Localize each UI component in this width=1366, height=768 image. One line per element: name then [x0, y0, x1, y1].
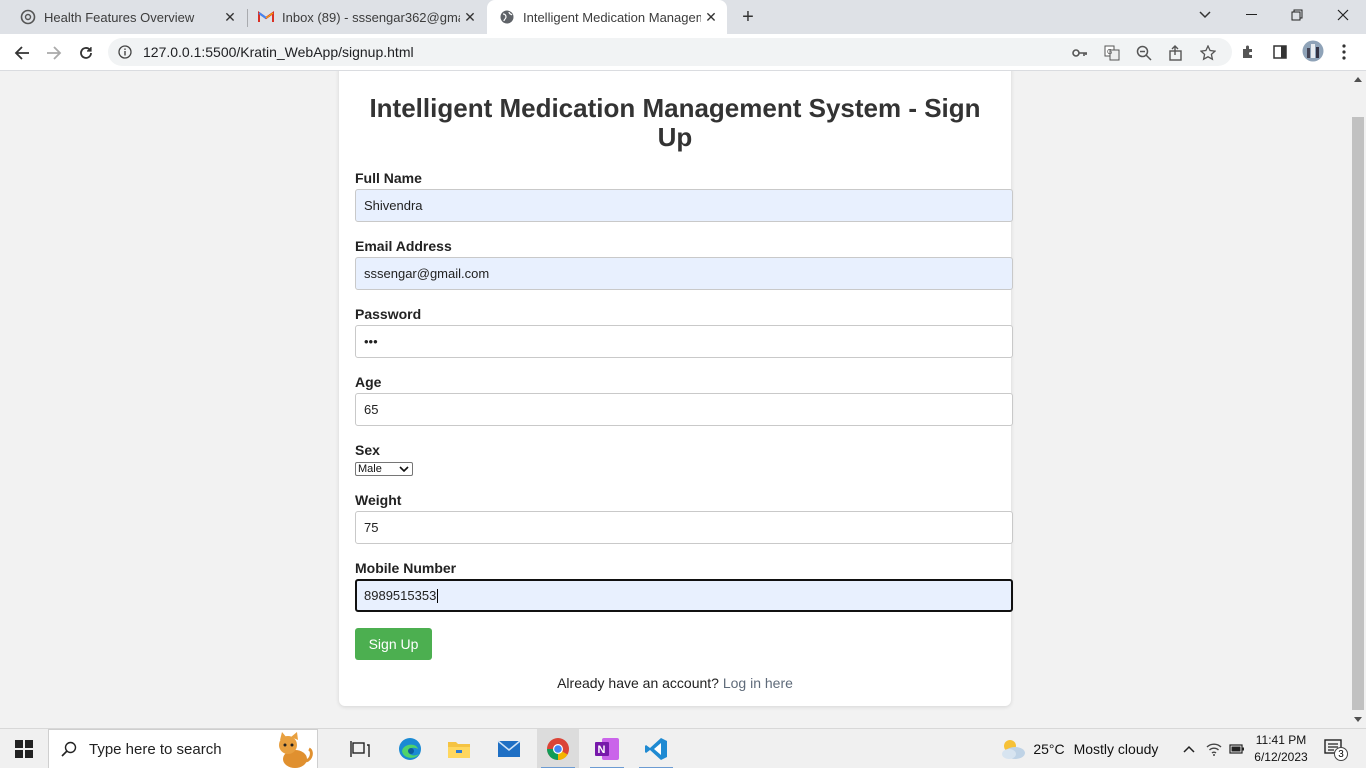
windows-taskbar: Type here to search N 25°C Mostly cloudy — [0, 728, 1366, 768]
windows-start-icon[interactable] — [0, 729, 48, 768]
notification-badge: 3 — [1334, 747, 1348, 761]
back-button[interactable] — [8, 39, 36, 67]
bookmark-star-icon[interactable] — [1199, 44, 1217, 62]
full-name-value: Shivendra — [364, 198, 423, 213]
search-icon — [61, 741, 77, 757]
site-info-icon[interactable] — [118, 45, 132, 59]
tab-title: Intelligent Medication Managem — [523, 9, 701, 25]
full-name-input[interactable]: Shivendra — [355, 189, 1013, 222]
key-icon[interactable] — [1071, 44, 1089, 62]
tab-health-features[interactable]: Health Features Overview ✕ — [0, 0, 246, 34]
mobile-value: 8989515353 — [364, 588, 437, 603]
scroll-down-arrow-icon[interactable] — [1354, 717, 1362, 722]
chevron-down-icon — [399, 466, 409, 472]
reload-button[interactable] — [72, 39, 100, 67]
url-text: 127.0.0.1:5500/Kratin_WebApp/signup.html — [143, 44, 414, 60]
tab-gmail-inbox[interactable]: Inbox (89) - sssengar362@gmail. ✕ — [238, 0, 486, 34]
new-tab-button[interactable]: + — [736, 5, 760, 29]
share-icon[interactable] — [1167, 44, 1185, 62]
onenote-icon[interactable]: N — [587, 729, 627, 768]
clock-time: 11:41 PM — [1255, 733, 1307, 747]
side-panel-icon[interactable] — [1270, 42, 1290, 62]
weather-cloud-icon[interactable] — [998, 729, 1028, 768]
email-label: Email Address — [355, 238, 452, 254]
task-view-icon[interactable] — [340, 729, 380, 768]
file-explorer-icon[interactable] — [439, 729, 479, 768]
taskbar-search-box[interactable]: Type here to search — [48, 729, 318, 768]
extensions-icon[interactable] — [1238, 42, 1258, 62]
sign-up-button[interactable]: Sign Up — [355, 628, 432, 660]
chrome-taskbar-icon[interactable] — [537, 729, 579, 768]
email-input[interactable]: sssengar@gmail.com — [355, 257, 1013, 290]
password-input[interactable]: ••• — [355, 325, 1013, 358]
password-value: ••• — [364, 334, 378, 349]
tab-search-chevron-icon[interactable] — [1182, 0, 1228, 30]
clock-date: 6/12/2023 — [1254, 750, 1308, 764]
address-bar[interactable]: 127.0.0.1:5500/Kratin_WebApp/signup.html… — [108, 38, 1232, 66]
zoom-out-icon[interactable] — [1135, 44, 1153, 62]
wifi-icon[interactable] — [1204, 729, 1224, 768]
edge-browser-icon[interactable] — [390, 729, 430, 768]
login-prompt: Already have an account? Log in here — [339, 675, 1011, 691]
tab-title: Health Features Overview — [44, 9, 195, 25]
scroll-up-arrow-icon[interactable] — [1354, 77, 1362, 82]
password-label: Password — [355, 306, 422, 322]
signup-card: Intelligent Medication Management System… — [339, 71, 1013, 706]
mail-icon[interactable] — [489, 729, 529, 768]
cat-illustration-icon — [271, 731, 315, 768]
age-label: Age — [355, 374, 382, 390]
close-tab-icon[interactable]: ✕ — [220, 7, 240, 27]
tab-title: Inbox (89) - sssengar362@gmail. — [282, 9, 460, 25]
svg-text:N: N — [598, 744, 606, 756]
kebab-menu-icon[interactable] — [1334, 42, 1354, 62]
close-tab-icon[interactable]: ✕ — [460, 7, 480, 27]
battery-icon[interactable] — [1227, 729, 1247, 768]
close-window-button[interactable] — [1320, 0, 1366, 30]
show-hidden-icons-chevron-icon[interactable] — [1178, 729, 1200, 768]
minimize-button[interactable] — [1228, 0, 1274, 30]
profile-avatar[interactable] — [1302, 40, 1324, 62]
system-clock[interactable]: 11:41 PM 6/12/2023 — [1250, 732, 1312, 766]
mobile-label: Mobile Number — [355, 560, 457, 576]
weather-description[interactable]: Mostly cloudy — [1071, 729, 1161, 768]
vscode-icon[interactable] — [636, 729, 676, 768]
notification-center-icon[interactable]: 3 — [1320, 729, 1350, 768]
globe-icon — [499, 9, 515, 25]
age-value: 65 — [364, 402, 379, 417]
gmail-icon — [258, 9, 274, 25]
scrollbar-thumb[interactable] — [1352, 117, 1364, 710]
login-prompt-text: Already have an account? — [557, 675, 719, 691]
age-input[interactable]: 65 — [355, 393, 1013, 426]
weight-label: Weight — [355, 492, 402, 508]
weight-input[interactable]: 75 — [355, 511, 1013, 544]
weight-value: 75 — [364, 520, 379, 535]
sex-value: Male — [358, 463, 382, 475]
translate-icon[interactable]: G — [1103, 44, 1121, 62]
forward-button[interactable] — [40, 39, 68, 67]
search-placeholder: Type here to search — [89, 740, 222, 758]
page-viewport: Intelligent Medication Management System… — [0, 71, 1350, 728]
page-title: Intelligent Medication Management System… — [369, 93, 981, 152]
tab-strip: Health Features Overview ✕ Inbox (89) - … — [0, 0, 1366, 34]
mobile-input[interactable]: 8989515353 — [355, 579, 1013, 612]
chatgpt-icon — [20, 9, 36, 25]
email-value: sssengar@gmail.com — [364, 266, 490, 281]
restore-button[interactable] — [1274, 0, 1320, 30]
weather-temperature[interactable]: 25°C — [1033, 729, 1065, 768]
svg-text:G: G — [1107, 49, 1112, 56]
login-link[interactable]: Log in here — [723, 675, 793, 691]
sex-select[interactable]: Male — [355, 462, 413, 476]
text-caret — [437, 588, 439, 603]
close-tab-icon[interactable]: ✕ — [701, 7, 721, 27]
tab-medication-signup[interactable]: Intelligent Medication Managem ✕ — [487, 0, 727, 34]
full-name-label: Full Name — [355, 170, 422, 186]
page-scrollbar[interactable] — [1350, 71, 1366, 728]
sex-label: Sex — [355, 442, 380, 458]
browser-toolbar: 127.0.0.1:5500/Kratin_WebApp/signup.html… — [0, 34, 1366, 71]
